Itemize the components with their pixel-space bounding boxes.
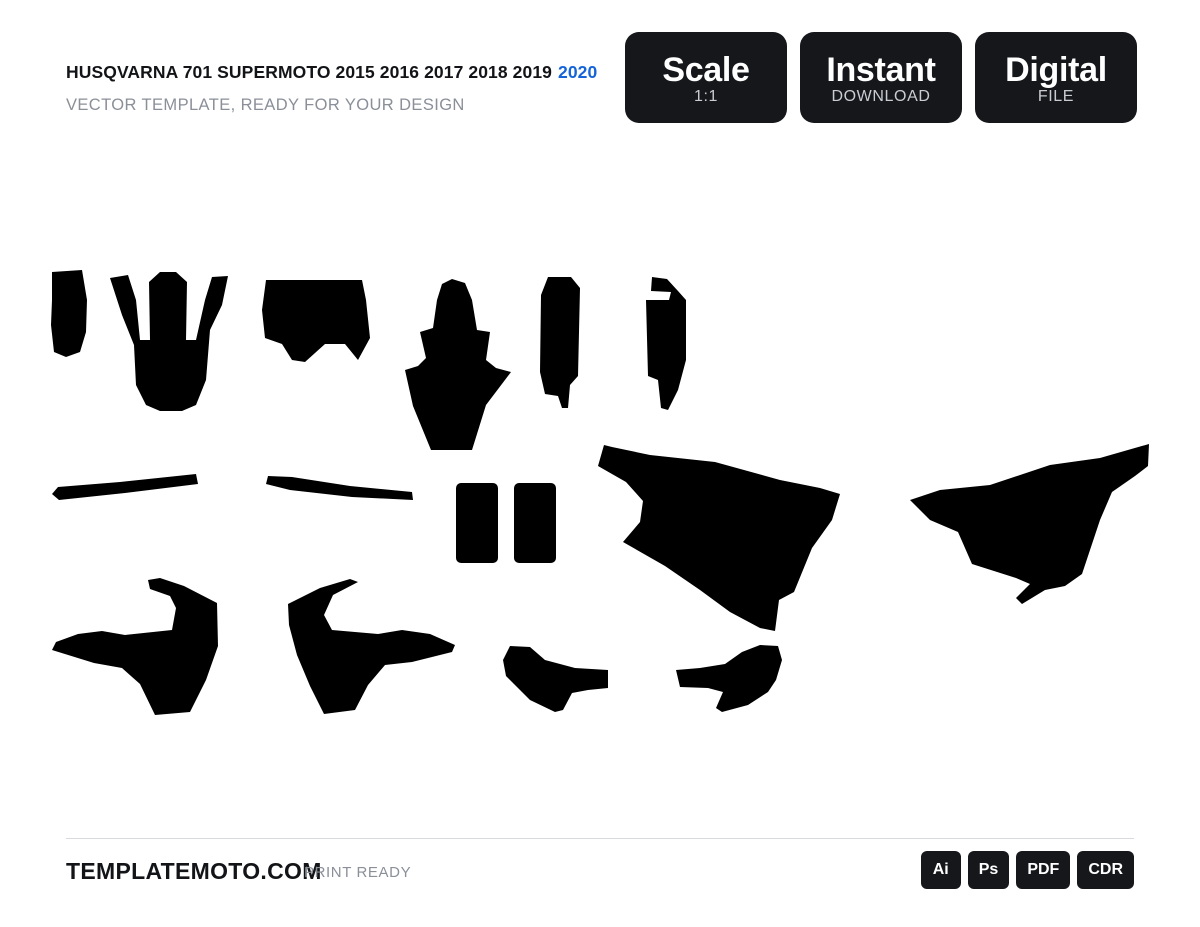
piece-shroud-left — [52, 578, 218, 715]
piece-tank-pad-left — [503, 646, 608, 712]
footer-divider — [66, 838, 1134, 839]
piece-fork-tube-right — [646, 277, 686, 410]
format-cdr-badge: CDR — [1077, 851, 1134, 889]
piece-headlight-mask — [262, 280, 370, 362]
piece-fork-guard-left — [51, 270, 87, 357]
footer-note: PRINT READY — [304, 864, 412, 881]
piece-shroud-right — [288, 579, 455, 714]
template-pieces — [51, 270, 1149, 715]
piece-tank-pad-right — [676, 645, 782, 712]
piece-side-panel-left — [598, 445, 840, 631]
format-pdf-badge: PDF — [1016, 851, 1071, 889]
piece-front-number-plate — [405, 279, 511, 450]
piece-strip-left — [52, 474, 198, 500]
piece-side-panel-right — [910, 444, 1149, 604]
piece-front-fender — [110, 272, 228, 411]
piece-fork-tube-left — [540, 277, 580, 408]
format-ps-badge: Ps — [967, 851, 1010, 889]
footer-brand: TEMPLATEMOTO.COM — [66, 858, 322, 884]
format-ai-badge: Ai — [920, 851, 961, 889]
file-formats: Ai Ps PDF CDR — [920, 851, 1134, 889]
piece-fork-sticker-left — [456, 483, 498, 563]
piece-fork-sticker-right — [514, 483, 556, 563]
piece-strip-right — [266, 476, 413, 500]
